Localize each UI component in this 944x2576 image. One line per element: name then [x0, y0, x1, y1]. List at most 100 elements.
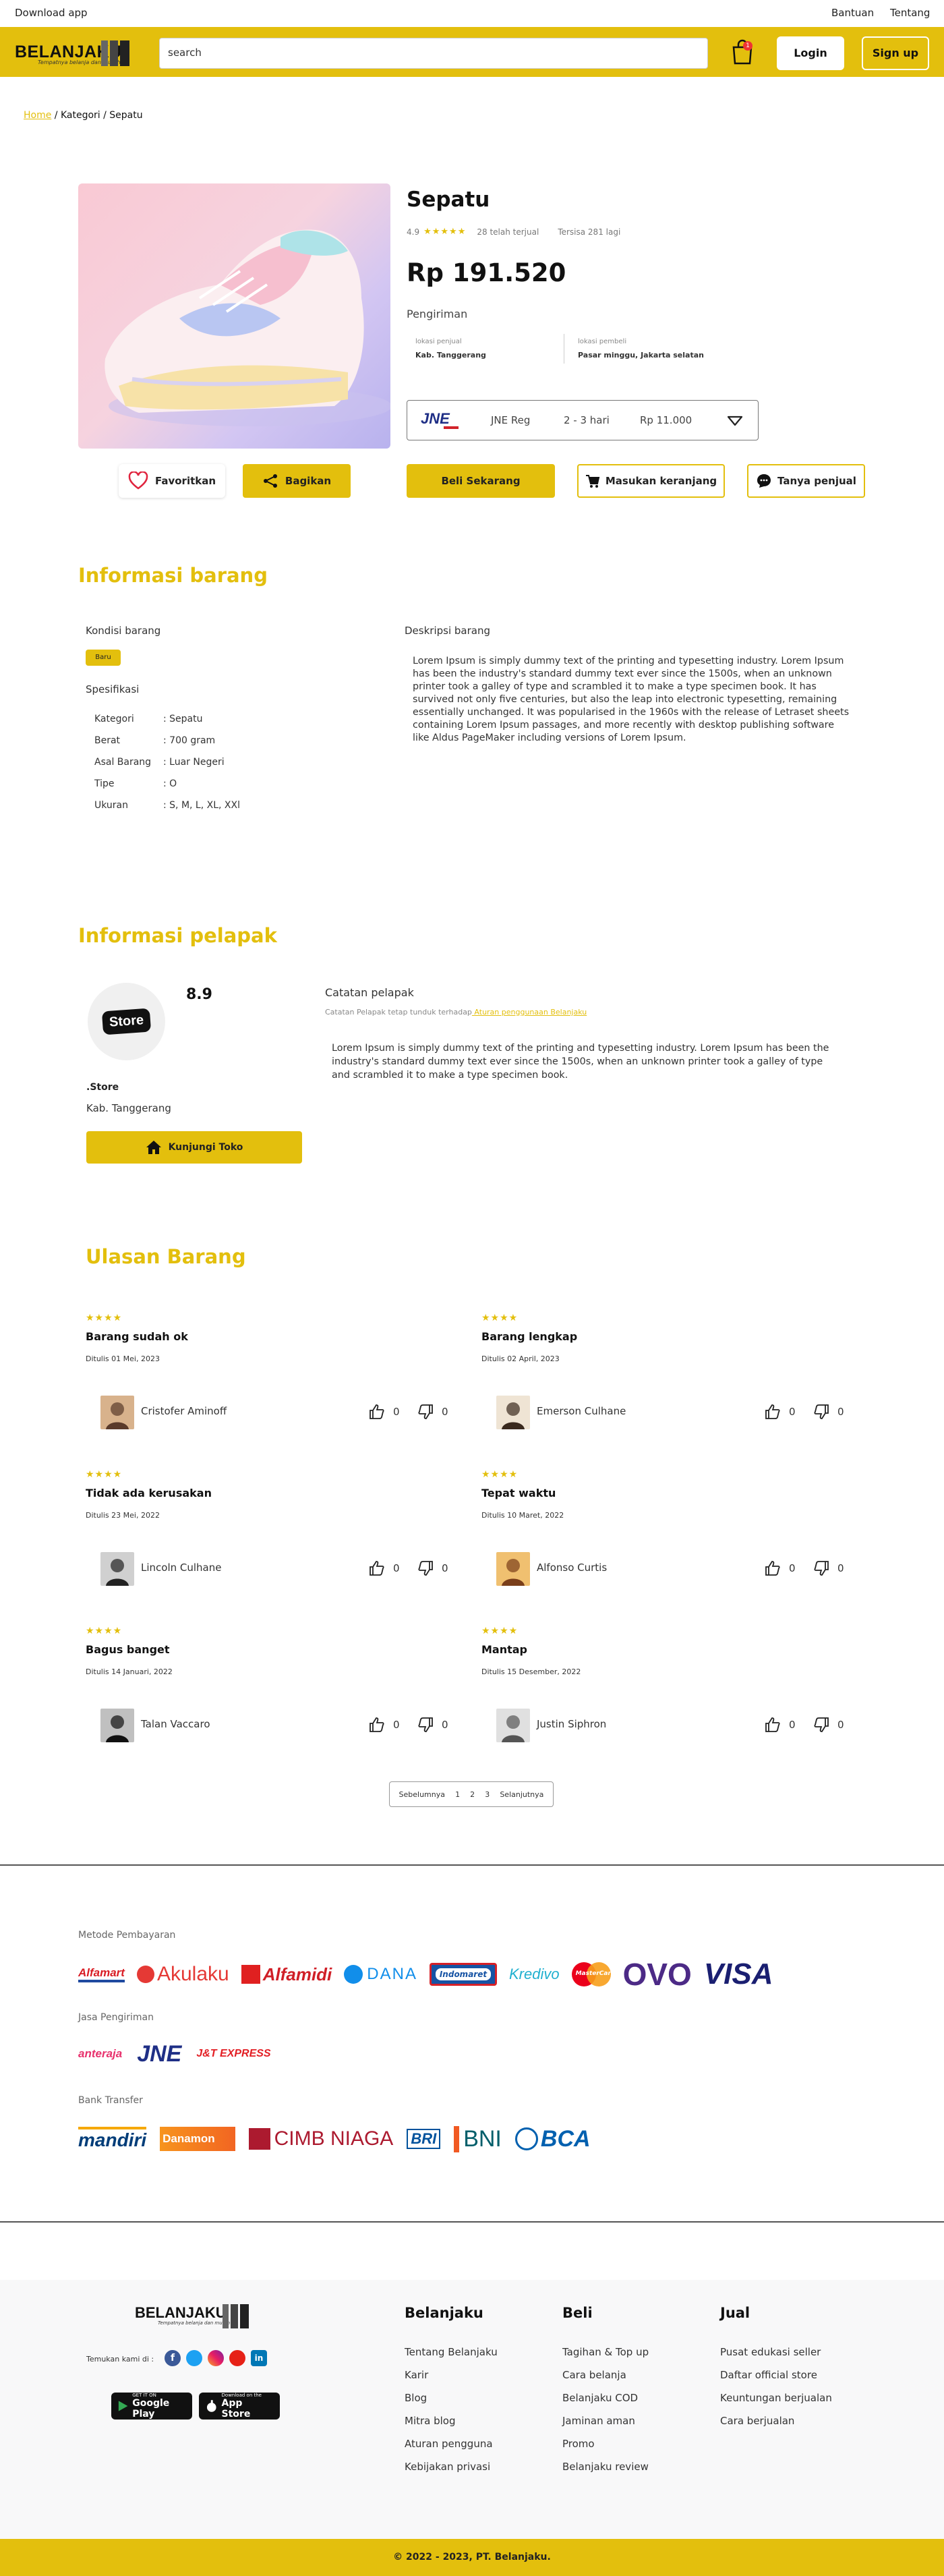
rating-value: 4.9 — [407, 227, 420, 237]
review-avatar[interactable] — [100, 1396, 134, 1429]
about-link[interactable]: Tentang — [890, 7, 930, 19]
home-icon — [146, 1141, 161, 1154]
favorite-label: Favoritkan — [154, 475, 216, 487]
pagination-page-3[interactable]: 3 — [485, 1790, 490, 1799]
dislike-button[interactable]: 0 — [417, 1560, 448, 1576]
spec-key: Berat — [94, 735, 121, 746]
youtube-icon[interactable] — [229, 2350, 245, 2366]
search-input[interactable]: search — [159, 38, 708, 69]
footer-link[interactable]: Keuntungan berjualan — [720, 2392, 832, 2404]
footer-link[interactable]: Aturan pengguna — [405, 2438, 493, 2450]
login-button[interactable]: Login — [777, 36, 844, 70]
buyer-location[interactable]: Pasar minggu, Jakarta selatan — [578, 351, 704, 360]
facebook-icon[interactable]: f — [165, 2350, 181, 2366]
review-avatar[interactable] — [100, 1552, 134, 1586]
like-count: 0 — [393, 1406, 400, 1418]
footer-link[interactable]: Karir — [405, 2369, 428, 2381]
share-button[interactable]: Bagikan — [243, 464, 351, 498]
review-avatar[interactable] — [496, 1396, 530, 1429]
seller-avatar[interactable]: Store — [88, 983, 165, 1060]
instagram-icon[interactable] — [208, 2350, 224, 2366]
cimb-logo-text: CIMB NIAGA — [274, 2127, 394, 2150]
review-title: Mantap — [481, 1643, 528, 1656]
twitter-icon[interactable] — [186, 2350, 202, 2366]
favorite-button[interactable]: Favoritkan — [119, 464, 225, 498]
review-avatar[interactable] — [100, 1709, 134, 1742]
pagination-page-1[interactable]: 1 — [455, 1790, 460, 1799]
cimb-logo: CIMB NIAGA — [248, 2127, 394, 2150]
pagination-prev[interactable]: Sebelumnya — [399, 1790, 445, 1799]
like-button[interactable]: 0 — [765, 1404, 796, 1420]
signup-button[interactable]: Sign up — [862, 36, 929, 70]
footer-link[interactable]: Belanjaku COD — [562, 2392, 638, 2404]
dislike-button[interactable]: 0 — [813, 1717, 844, 1733]
share-icon — [263, 474, 277, 488]
buy-now-button[interactable]: Beli Sekarang — [407, 464, 555, 498]
reviews-title: Ulasan Barang — [86, 1245, 246, 1268]
add-to-cart-button[interactable]: Masukan keranjang — [577, 464, 725, 498]
visit-store-button[interactable]: Kunjungi Toko — [86, 1131, 302, 1164]
jne-footer-logo: JNE — [137, 2040, 182, 2067]
bank-transfer-row: mandiri Danamon CIMB NIAGA BRI BNI BCA — [78, 2122, 685, 2156]
footer-link[interactable]: Pusat edukasi seller — [720, 2346, 821, 2358]
thumbs-down-icon — [814, 1561, 829, 1576]
footer-link[interactable]: Belanjaku review — [562, 2461, 649, 2473]
review-date: Ditulis 15 Desember, 2022 — [481, 1667, 581, 1676]
footer-link[interactable]: Mitra blog — [405, 2415, 456, 2427]
copyright-bar: © 2022 - 2023, PT. Belanjaku. — [0, 2539, 944, 2576]
like-button[interactable]: 0 — [765, 1560, 796, 1576]
footer-logo[interactable]: BELANJAKU — [135, 2304, 227, 2322]
review-author: Alfonso Curtis — [537, 1562, 608, 1574]
dislike-button[interactable]: 0 — [813, 1560, 844, 1576]
footer-link[interactable]: Promo — [562, 2438, 595, 2450]
footer-link[interactable]: Kebijakan privasi — [405, 2461, 490, 2473]
akulaku-logo: Akulaku — [136, 1963, 229, 1986]
breadcrumb-home[interactable]: Home — [24, 110, 51, 121]
chevron-down-icon[interactable] — [726, 411, 744, 430]
bca-logo-text: BCA — [540, 2125, 591, 2152]
help-link[interactable]: Bantuan — [831, 7, 874, 19]
dislike-count: 0 — [442, 1406, 448, 1418]
divider-2 — [0, 2221, 944, 2223]
dislike-button[interactable]: 0 — [813, 1404, 844, 1420]
app-store-badge[interactable]: Download on the App Store — [199, 2393, 280, 2420]
footer-link[interactable]: Tagihan & Top up — [562, 2346, 649, 2358]
footer-link[interactable]: Jaminan aman — [562, 2415, 635, 2427]
footer-link[interactable]: Cara berjualan — [720, 2415, 794, 2427]
like-button[interactable]: 0 — [765, 1717, 796, 1733]
spec-key: Asal Barang — [94, 757, 152, 768]
spec-label: Spesifikasi — [86, 683, 140, 695]
review-date: Ditulis 23 Mei, 2022 — [86, 1511, 160, 1520]
like-button[interactable]: 0 — [369, 1404, 400, 1420]
footer-link[interactable]: Tentang Belanjaku — [405, 2346, 498, 2358]
pagination-next[interactable]: Selanjutnya — [500, 1790, 543, 1799]
usage-rules-link[interactable]: Aturan penggunaan Belanjaku — [472, 1008, 587, 1017]
footer-link[interactable]: Daftar official store — [720, 2369, 817, 2381]
add-to-cart-label: Masukan keranjang — [605, 475, 717, 487]
footer-link[interactable]: Cara belanja — [562, 2369, 626, 2381]
spec-value: : Sepatu — [163, 714, 203, 724]
download-app-link[interactable]: Download app — [15, 7, 88, 19]
seller-note-text: Lorem Ipsum is simply dummy text of the … — [332, 1043, 829, 1081]
condition-label: Kondisi barang — [86, 625, 161, 637]
linkedin-icon[interactable]: in — [251, 2350, 267, 2366]
like-button[interactable]: 0 — [369, 1560, 400, 1576]
pagination: Sebelumnya 1 2 3 Selanjutnya — [389, 1781, 554, 1807]
jne-logo: JNE — [419, 409, 460, 432]
spec-row: Ukuran: S, M, L, XL, XXl — [94, 800, 270, 811]
find-us-label: Temukan kami di : — [86, 2355, 154, 2364]
visit-store-label: Kunjungi Toko — [168, 1142, 243, 1153]
dislike-button[interactable]: 0 — [417, 1717, 448, 1733]
pagination-page-2[interactable]: 2 — [470, 1790, 475, 1799]
footer-link[interactable]: Blog — [405, 2392, 427, 2404]
bni-logo: BNI — [454, 2125, 502, 2152]
thumbs-down-icon — [814, 1717, 829, 1732]
like-button[interactable]: 0 — [369, 1717, 400, 1733]
dislike-button[interactable]: 0 — [417, 1404, 448, 1420]
review-avatar[interactable] — [496, 1709, 530, 1742]
google-play-badge[interactable]: GET IT ON Google Play — [111, 2393, 192, 2420]
ovo-logo: OVO — [622, 1957, 692, 1992]
review-avatar[interactable] — [496, 1552, 530, 1586]
ask-seller-button[interactable]: Tanya penjual — [747, 464, 865, 498]
seller-name[interactable]: .Store — [86, 1082, 119, 1093]
